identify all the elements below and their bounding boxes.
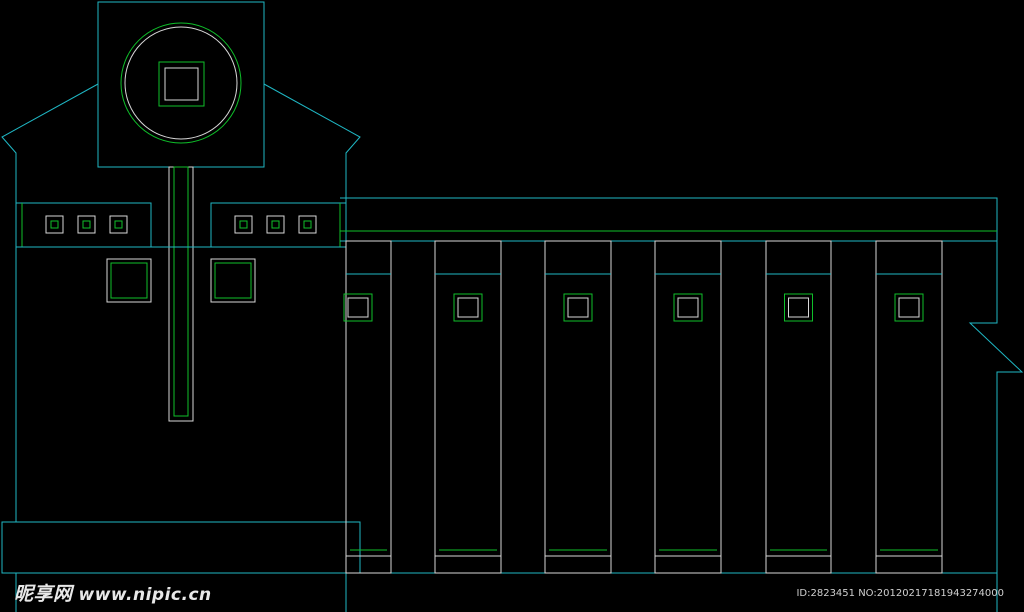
fence-pillar [654,240,722,574]
fence-pillar [434,240,502,574]
colonnade [340,197,1024,612]
fence-pillar [343,240,392,574]
image-id-label: ID:2823451 NO:20120217181943274000 [796,588,1004,599]
watermark-logo: 昵享网 www.nipic.cn [14,579,212,606]
watermark-url: www.nipic.cn [78,585,212,605]
pillar-window [563,293,593,322]
watermark-brand: 昵享网 [14,583,73,605]
pillar-window [343,293,373,322]
small-window [45,215,64,234]
small-window [234,215,253,234]
cad-elevation-drawing [1,1,1024,612]
pillar-window [453,293,483,322]
medium-window [210,258,256,303]
fence-pillar [875,240,943,574]
tower-top [97,1,265,168]
central-pole [168,166,194,422]
small-window [298,215,317,234]
pillar-window [894,293,924,322]
medium-window [106,258,152,303]
fence-pillar [765,240,832,574]
tower-body [15,246,347,523]
small-window [77,215,96,234]
small-window [109,215,128,234]
window-band [15,202,347,248]
pillar-window [784,293,813,322]
pillar-window [673,293,703,322]
small-window [266,215,285,234]
fence-pillar [544,240,612,574]
